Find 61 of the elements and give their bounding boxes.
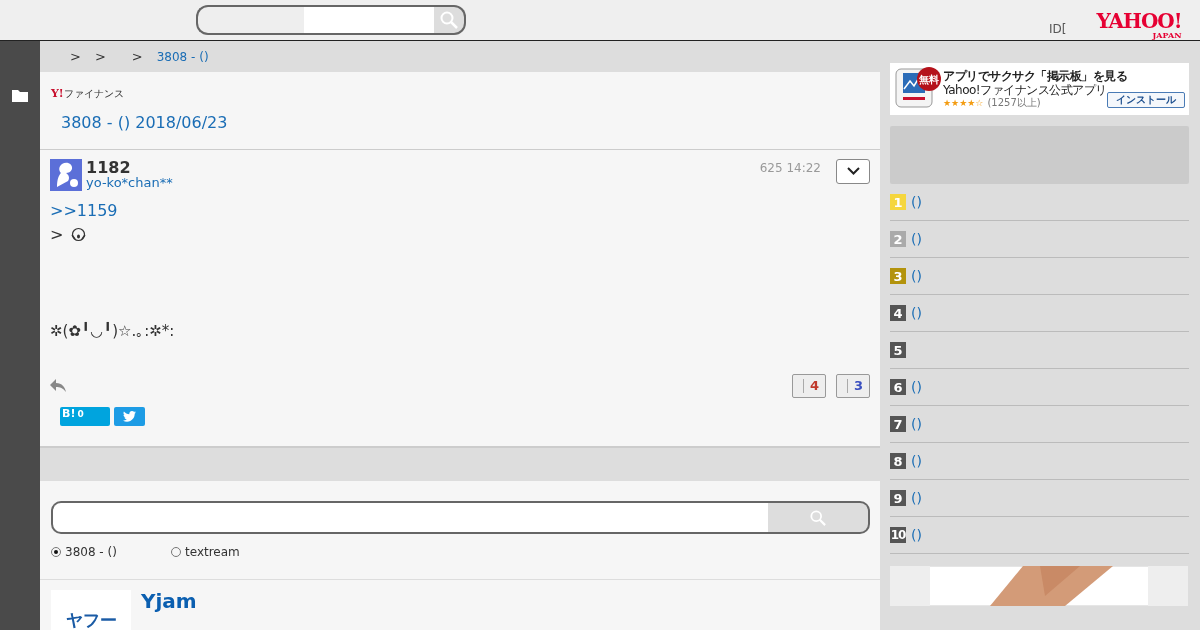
folder-icon[interactable]	[12, 89, 28, 102]
post-text: ✲(✿╹◡╹)☆.｡:✲*:	[50, 321, 175, 340]
ranking-link[interactable]: ()	[911, 413, 922, 435]
app-name: Yahoo!ファイナンス公式アプリ	[943, 83, 1107, 97]
ranking-link[interactable]: ()	[911, 191, 922, 213]
star-icon: ★	[951, 98, 960, 109]
install-button[interactable]: インストール	[1106, 92, 1185, 109]
chevron-down-icon	[846, 167, 860, 176]
app-banner[interactable]: 無料 アプリでサクサク「掲示板」を見る Yahoo!ファイナンス公式アプリ ★★★★☆ (1257以上) インストール	[890, 63, 1189, 115]
finance-logo-text: ファイナンス	[63, 87, 124, 102]
ranking-link[interactable]: ()	[911, 265, 922, 287]
vote-button[interactable]: 3	[835, 373, 870, 398]
user-avatar[interactable]	[50, 158, 82, 191]
post-time: 625 14:22	[759, 159, 821, 177]
rank-badge: 4	[890, 305, 906, 321]
star-icon: ★	[967, 98, 976, 109]
rank-badge: 2	[890, 231, 906, 247]
rank-badge: 7	[890, 416, 906, 432]
ranking-link[interactable]: ()	[911, 524, 922, 546]
login-link[interactable]: ID[	[1049, 20, 1067, 38]
ranking-link[interactable]: ()	[911, 450, 922, 472]
board-title[interactable]: 3808 - () 2018/06/23	[61, 110, 228, 135]
review-count: (1257以上)	[987, 97, 1041, 110]
search-scope-radio[interactable]: 3808 - ()	[51, 543, 171, 561]
ranking-link[interactable]: ()	[911, 228, 922, 250]
emoji-icon	[71, 227, 87, 243]
search-scope-radio[interactable]: textream	[171, 543, 291, 561]
reply-link[interactable]: >>1159	[50, 200, 118, 220]
breadcrumb-link[interactable]: 3808 - ()	[156, 47, 209, 66]
logo-subtitle: JAPAN	[1152, 31, 1182, 39]
star-icon: ★	[943, 98, 952, 109]
quote-mark: >	[50, 223, 64, 246]
breadcrumb-separator: >	[70, 47, 81, 66]
star-icon: ★	[959, 98, 968, 109]
rank-badge: 10	[890, 527, 906, 543]
rank-badge: 6	[890, 379, 906, 395]
post-number: 1182	[86, 158, 132, 177]
reply-icon[interactable]	[50, 378, 66, 393]
finance-logo[interactable]: Y!	[51, 86, 64, 103]
ranking-link[interactable]: ()	[911, 302, 922, 324]
bookmark-share-button[interactable]: B! 0	[60, 406, 110, 426]
twitter-share-button[interactable]	[114, 406, 145, 426]
ranking-link[interactable]: ()	[911, 376, 922, 398]
ranking-link[interactable]: ()	[911, 487, 922, 509]
rank-badge: 9	[890, 490, 906, 506]
free-badge: 無料	[917, 67, 941, 91]
star-icon: ☆	[975, 98, 984, 109]
author-link[interactable]: yo-ko*chan**	[86, 176, 173, 191]
breadcrumb-separator: >	[94, 47, 106, 66]
rank-badge: 1	[890, 194, 906, 210]
menu-dropdown-button[interactable]	[836, 158, 870, 184]
promo-logo[interactable]: ヤフー	[51, 590, 131, 630]
rank-badge: 8	[890, 453, 906, 469]
banner-headline: アプリでサクサク「掲示板」を見る	[943, 68, 1128, 83]
rank-badge: 3	[890, 268, 906, 284]
vote-button[interactable]: 4	[791, 373, 826, 398]
bird-icon	[123, 410, 136, 422]
rank-badge: 5	[890, 342, 906, 358]
breadcrumb-separator: >	[131, 47, 143, 66]
yahoo-logo[interactable]: YAHOO!	[1096, 11, 1182, 31]
promo-title[interactable]: Yjam	[141, 590, 197, 630]
